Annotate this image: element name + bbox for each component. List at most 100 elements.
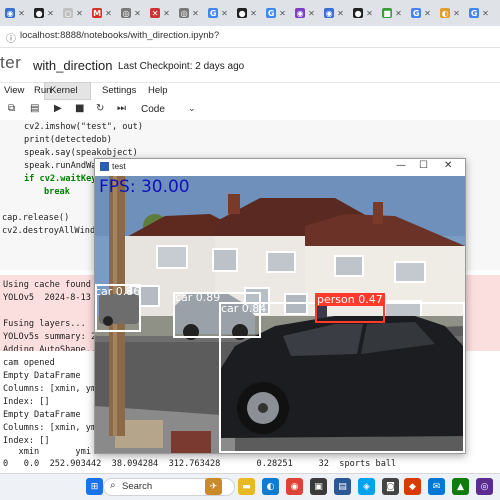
code-line: if cv2.waitKey	[24, 174, 97, 184]
tab-close-icon[interactable]: ✕	[366, 9, 373, 18]
detection-label: person 0.47	[315, 293, 385, 306]
fps-counter: FPS: 30.00	[99, 177, 190, 197]
browser-tab[interactable]: ○ ✕	[62, 5, 84, 21]
tab-close-icon[interactable]: ✕	[482, 9, 489, 18]
close-app-icon: ✕	[150, 8, 161, 18]
tab-close-icon[interactable]: ✕	[192, 9, 199, 18]
browser-tab[interactable]: G ✕	[207, 5, 229, 21]
code-line: cv2.destroyAllWind	[2, 226, 96, 236]
menu-run[interactable]: Run	[34, 85, 51, 96]
minimize-icon[interactable]: —	[396, 160, 406, 171]
tab-close-icon[interactable]: ✕	[47, 9, 54, 18]
app-icon[interactable]: ◆	[404, 478, 421, 495]
tab-close-icon[interactable]: ✕	[279, 9, 286, 18]
tab-close-icon[interactable]: ✕	[221, 9, 228, 18]
globe-icon: ◉	[5, 8, 16, 18]
site-info-icon[interactable]: ⓘ	[6, 30, 16, 45]
detection-label: car 0.84	[221, 302, 267, 315]
camera-icon[interactable]: ◙	[382, 478, 399, 495]
tab-close-icon[interactable]: ✕	[105, 9, 112, 18]
edge-icon[interactable]: ◐	[262, 478, 279, 495]
taskbar-search-label[interactable]: Search	[122, 481, 152, 492]
paste-icon[interactable]: ▤	[30, 103, 39, 114]
close-icon[interactable]: ✕	[444, 160, 452, 171]
widget-icon[interactable]: ✈	[205, 478, 222, 495]
output-line: YOLOv5s summary: 2	[3, 332, 97, 342]
maximize-icon[interactable]: ☐	[419, 160, 428, 171]
menu-kernel[interactable]: Kernel	[50, 85, 77, 96]
stop-icon[interactable]: ■	[75, 103, 84, 114]
browser-tab[interactable]: ◎ ✕	[178, 5, 200, 21]
app-icon: ◉	[295, 8, 306, 18]
tab-close-icon[interactable]: ✕	[134, 9, 141, 18]
browser-tab[interactable]: ■ ✕	[381, 5, 403, 21]
browser-tab[interactable]: ● ✕	[236, 5, 258, 21]
tab-close-icon[interactable]: ✕	[250, 9, 257, 18]
output-line: YOLOv5 2024-8-13	[3, 293, 91, 303]
browser-tab[interactable]: G ✕	[468, 5, 490, 21]
store-icon[interactable]: ▣	[310, 478, 327, 495]
mail-icon[interactable]: ✉	[428, 478, 445, 495]
notebook-title[interactable]: with_direction	[33, 58, 113, 73]
browser-tab[interactable]: G ✕	[410, 5, 432, 21]
output-line: Empty DataFrame	[3, 371, 81, 381]
menu-help[interactable]: Help	[148, 85, 168, 96]
app-icon[interactable]: ◎	[476, 478, 493, 495]
tab-close-icon[interactable]: ✕	[308, 9, 315, 18]
browser-tab[interactable]: M ✕	[91, 5, 113, 21]
output-line: Using cache found	[3, 280, 91, 290]
browser-tab[interactable]: ✕ ✕	[149, 5, 171, 21]
tab-close-icon[interactable]: ✕	[395, 9, 402, 18]
search-icon[interactable]: ⌕	[110, 480, 116, 491]
output-line: Columns: [xmin, ym	[3, 423, 97, 433]
opencv-window-title: test	[112, 161, 126, 171]
copy-icon[interactable]: ⧉	[8, 103, 15, 114]
browser-tab[interactable]: ◉ ✕	[294, 5, 316, 21]
tab-close-icon[interactable]: ✕	[337, 9, 344, 18]
output-line: 0 0.0 252.903442 38.094284 312.763428 0.…	[3, 459, 397, 469]
detection-label: car 0.89	[175, 291, 221, 304]
github-icon: ●	[34, 8, 45, 18]
output-line: Columns: [xmin, ym	[3, 384, 97, 394]
app-icon: ◐	[440, 8, 451, 18]
google-icon: G	[208, 8, 219, 18]
output-line: Fusing layers...	[3, 319, 86, 329]
app-icon[interactable]: ▤	[334, 478, 351, 495]
browser-tab[interactable]: ◉ ✕	[323, 5, 345, 21]
browser-tab[interactable]: G ✕	[265, 5, 287, 21]
restart-icon[interactable]: ↻	[96, 103, 104, 114]
browser-tab[interactable]: ◎ ✕	[120, 5, 142, 21]
app-icon[interactable]: ▲	[452, 478, 469, 495]
tab-close-icon[interactable]: ✕	[163, 9, 170, 18]
address-url[interactable]: localhost:8888/notebooks/with_direction.…	[20, 30, 219, 41]
windows-start-icon[interactable]: ⊞	[86, 478, 103, 495]
tab-close-icon[interactable]: ✕	[76, 9, 83, 18]
output-line: cam opened	[3, 358, 55, 368]
checkpoint-status: Last Checkpoint: 2 days ago	[118, 61, 245, 72]
browser-tab[interactable]: ● ✕	[352, 5, 374, 21]
chevron-down-icon[interactable]: ⌄	[188, 104, 196, 114]
app-icon[interactable]: ◈	[358, 478, 375, 495]
tab-close-icon[interactable]: ✕	[18, 9, 25, 18]
opencv-titlebar[interactable]	[95, 159, 465, 175]
app-icon: ◉	[324, 8, 335, 18]
chrome-icon[interactable]: ◉	[286, 478, 303, 495]
fast-forward-icon[interactable]: ⏭	[117, 103, 126, 114]
jupyter-logo[interactable]: ter	[0, 53, 21, 73]
file-explorer-icon[interactable]: ▬	[238, 478, 255, 495]
browser-tab[interactable]: ● ✕	[33, 5, 55, 21]
menu-view[interactable]: View	[4, 85, 24, 96]
app-icon: ◎	[121, 8, 132, 18]
tab-close-icon[interactable]: ✕	[453, 9, 460, 18]
gmail-icon: M	[92, 8, 103, 18]
google-icon: G	[266, 8, 277, 18]
github-icon: ●	[237, 8, 248, 18]
browser-tab-strip: ◉ ✕ ● ✕ ○ ✕ M ✕ ◎ ✕ ✕ ✕ ◎ ✕ G ✕ ● ✕ G ✕ ◉ ✕ ◉ ✕ ● ✕ ■ ✕ G ✕ ◐ ✕ G ✕	[0, 0, 500, 26]
browser-tab[interactable]: ◐ ✕	[439, 5, 461, 21]
output-line: Index: []	[3, 397, 50, 407]
tab-close-icon[interactable]: ✕	[424, 9, 431, 18]
run-icon[interactable]: ▶	[54, 103, 62, 114]
menu-settings[interactable]: Settings	[102, 85, 136, 96]
cell-type-select[interactable]: Code	[141, 104, 165, 115]
browser-tab[interactable]: ◉ ✕	[4, 5, 26, 21]
